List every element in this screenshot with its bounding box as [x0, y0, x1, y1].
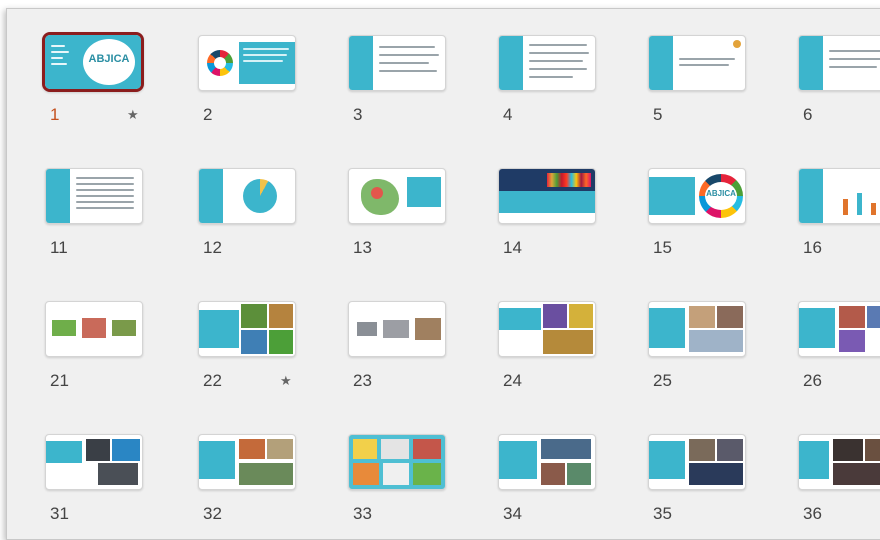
slide-24[interactable]: 24: [498, 301, 648, 426]
slide-22[interactable]: 22 ★: [198, 301, 348, 426]
slide-thumbnail[interactable]: [498, 168, 596, 224]
slide-number: 6: [803, 105, 813, 124]
slide-14[interactable]: 14: [498, 168, 648, 293]
slide-thumbnail[interactable]: [198, 168, 296, 224]
slide-sorter-pane: ABJICA 1 ★ 2 3 4 5 6 11 12 13 14 ABJICA …: [6, 8, 880, 540]
slide-thumbnail[interactable]: [648, 35, 746, 91]
slide-number: 11: [50, 238, 68, 257]
slide-thumbnail[interactable]: [648, 434, 746, 490]
slide-thumbnail[interactable]: [798, 301, 880, 357]
slide-13[interactable]: 13: [348, 168, 498, 293]
slide-number: 12: [203, 238, 222, 257]
slide-thumbnail[interactable]: [498, 35, 596, 91]
slide-thumbnail[interactable]: ABJICA: [42, 32, 144, 92]
slide-number: 5: [653, 105, 663, 124]
slide-thumbnail[interactable]: [498, 301, 596, 357]
slide-thumbnail[interactable]: ABJICA: [648, 168, 746, 224]
slide-thumbnail[interactable]: [198, 35, 296, 91]
slide-31[interactable]: 31: [45, 434, 195, 539]
slide-number: 22: [203, 371, 222, 390]
slide-number: 15: [653, 238, 672, 257]
star-icon: ★: [280, 373, 292, 388]
pie-chart-icon: [243, 179, 277, 213]
slide-number: 33: [353, 504, 372, 523]
slide-thumbnail[interactable]: [348, 168, 446, 224]
slide-3[interactable]: 3: [348, 35, 498, 160]
slide-number: 14: [503, 238, 522, 257]
slide-thumbnail[interactable]: [498, 434, 596, 490]
slide-1[interactable]: ABJICA 1 ★: [42, 32, 195, 160]
slide-thumbnail[interactable]: [45, 301, 143, 357]
slide-number: 2: [203, 105, 213, 124]
slide-16[interactable]: 16: [798, 168, 880, 293]
slide-2[interactable]: 2: [198, 35, 348, 160]
slide-number: 23: [353, 371, 372, 390]
slide-thumbnail[interactable]: [348, 301, 446, 357]
slide-12[interactable]: 12: [198, 168, 348, 293]
slide-thumbnail[interactable]: [798, 35, 880, 91]
slide-thumbnail[interactable]: [348, 35, 446, 91]
slide-35[interactable]: 35: [648, 434, 798, 539]
slide-number: 4: [503, 105, 513, 124]
slide-32[interactable]: 32: [198, 434, 348, 539]
slide-number: 35: [653, 504, 672, 523]
slide-number: 1: [50, 105, 60, 124]
slide-thumbnail[interactable]: [798, 434, 880, 490]
slide-logo-text: ABJICA: [706, 189, 736, 198]
slide-11[interactable]: 11: [45, 168, 195, 293]
star-icon: ★: [127, 107, 139, 122]
slide-25[interactable]: 25: [648, 301, 798, 426]
slide-number: 13: [353, 238, 372, 257]
slide-thumbnail[interactable]: [798, 168, 880, 224]
slide-23[interactable]: 23: [348, 301, 498, 426]
slide-15[interactable]: ABJICA 15: [648, 168, 798, 293]
slide-number: 25: [653, 371, 672, 390]
slide-number: 3: [353, 105, 363, 124]
slide-thumbnail[interactable]: [198, 301, 296, 357]
slide-logo-text: ABJICA: [88, 53, 130, 65]
slide-6[interactable]: 6: [798, 35, 880, 160]
slide-21[interactable]: 21: [45, 301, 195, 426]
slide-number: 16: [803, 238, 822, 257]
slide-thumbnail[interactable]: [45, 168, 143, 224]
slide-thumbnail[interactable]: [198, 434, 296, 490]
slide-thumbnail[interactable]: [45, 434, 143, 490]
slide-number: 32: [203, 504, 222, 523]
slide-4[interactable]: 4: [498, 35, 648, 160]
slide-26[interactable]: 26: [798, 301, 880, 426]
slide-number: 21: [50, 371, 69, 390]
slide-number: 24: [503, 371, 522, 390]
slide-thumbnail[interactable]: [648, 301, 746, 357]
slide-number: 31: [50, 504, 69, 523]
slide-number: 26: [803, 371, 822, 390]
slide-number: 36: [803, 504, 822, 523]
slide-33[interactable]: 33: [348, 434, 498, 539]
slide-34[interactable]: 34: [498, 434, 648, 539]
slide-number: 34: [503, 504, 522, 523]
slide-5[interactable]: 5: [648, 35, 798, 160]
slide-thumbnail[interactable]: [348, 434, 446, 490]
slide-36[interactable]: 36: [798, 434, 880, 539]
